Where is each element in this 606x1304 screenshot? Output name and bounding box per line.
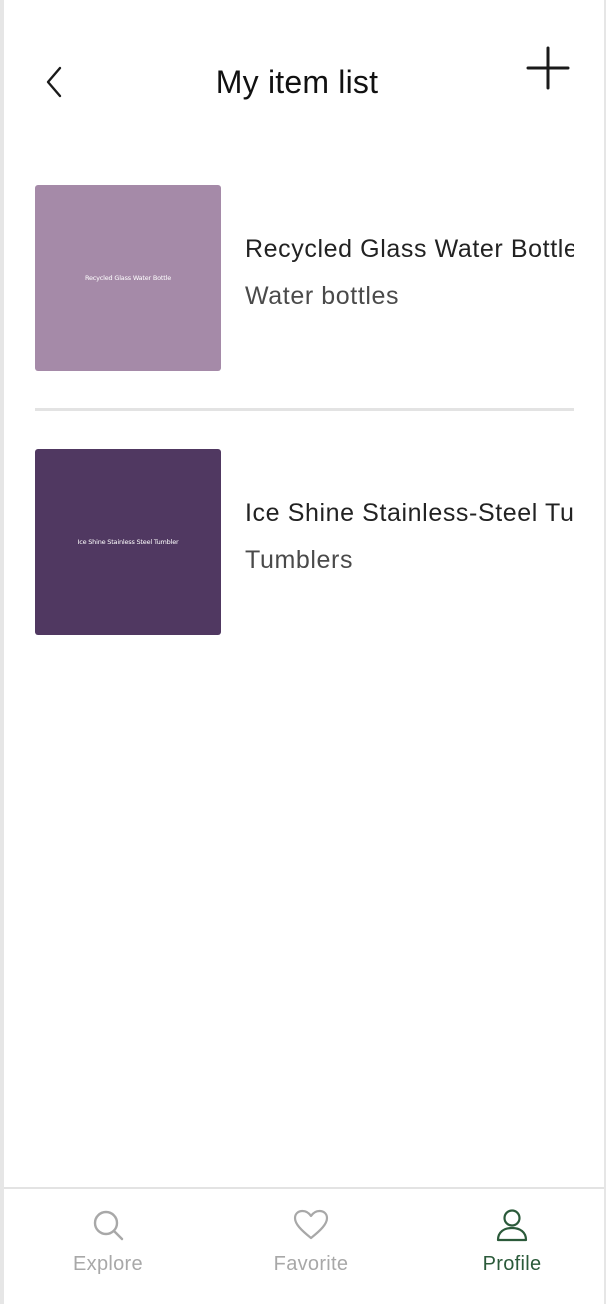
search-icon — [90, 1207, 126, 1243]
nav-explore-label: Explore — [73, 1253, 143, 1275]
add-item-button[interactable] — [520, 40, 576, 96]
nav-profile-label: Profile — [482, 1253, 542, 1275]
header: My item list — [4, 0, 604, 150]
item-category: Water bottles — [245, 282, 400, 310]
list-item[interactable]: Recycled Glass Water Bottle Recycled Gla… — [35, 185, 574, 371]
nav-profile[interactable]: Profile — [472, 1189, 552, 1300]
thumbnail-caption: Ice Shine Stainless Steel Tumbler — [77, 538, 179, 546]
item-thumbnail: Ice Shine Stainless Steel Tumbler — [35, 449, 221, 635]
nav-favorite[interactable]: Favorite — [266, 1189, 356, 1300]
user-icon — [494, 1207, 530, 1243]
item-thumbnail: Recycled Glass Water Bottle — [35, 185, 221, 371]
divider — [35, 408, 574, 411]
page-title: My item list — [215, 64, 379, 100]
item-text: Ice Shine Stainless-Steel Tumbler Tumble… — [245, 449, 574, 575]
bottom-nav: Explore Favorite Profile — [4, 1187, 604, 1300]
item-title: Ice Shine Stainless-Steel Tumbler — [245, 499, 574, 527]
nav-explore[interactable]: Explore — [68, 1189, 148, 1300]
nav-favorite-label: Favorite — [273, 1253, 349, 1275]
list-item[interactable]: Ice Shine Stainless Steel Tumbler Ice Sh… — [35, 449, 574, 635]
item-list: Recycled Glass Water Bottle Recycled Gla… — [35, 185, 574, 635]
item-title: Recycled Glass Water Bottle — [245, 235, 574, 263]
app-screen: My item list Recycled Glass Water Bottle… — [0, 0, 606, 1304]
plus-icon — [526, 46, 570, 90]
thumbnail-caption: Recycled Glass Water Bottle — [84, 274, 172, 282]
heart-icon — [293, 1207, 329, 1243]
item-text: Recycled Glass Water Bottle Water bottle… — [245, 185, 574, 311]
item-category: Tumblers — [245, 546, 354, 574]
